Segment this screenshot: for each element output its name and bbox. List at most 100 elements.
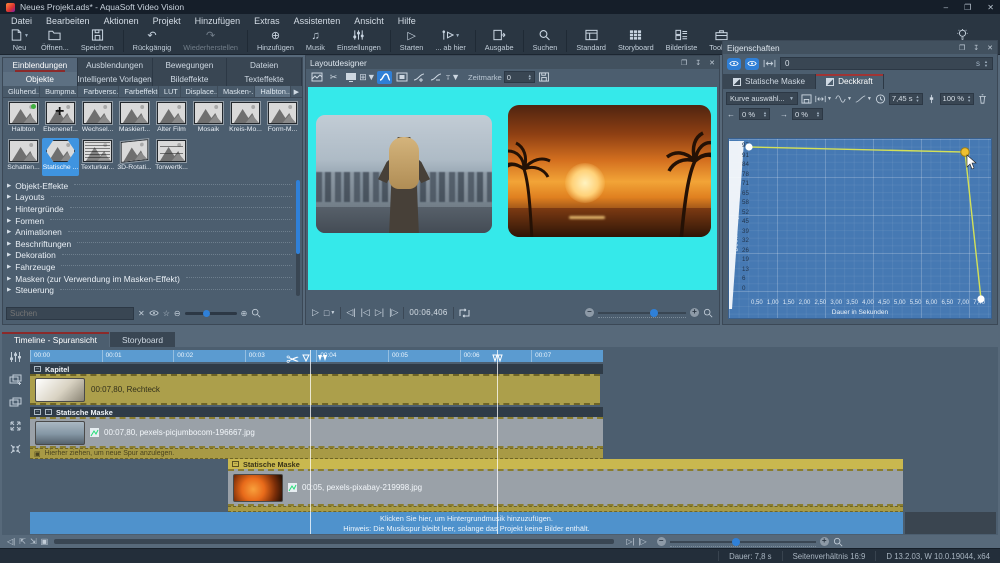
clear-search-icon[interactable]: ✕ bbox=[138, 309, 145, 318]
float-panel-icon[interactable]: ❐ bbox=[681, 59, 687, 67]
pin-panel-icon[interactable]: ↧ bbox=[695, 59, 701, 67]
go-end-icon[interactable]: ▷| bbox=[375, 307, 384, 318]
thumbnail-size-slider[interactable] bbox=[185, 312, 237, 315]
timeline-zoom-in-icon[interactable]: + bbox=[820, 537, 829, 546]
effect-group-row[interactable]: ▶ Dekoration bbox=[7, 250, 294, 262]
motion-path-icon[interactable] bbox=[377, 71, 392, 84]
marker-line[interactable] bbox=[497, 350, 498, 534]
effect-thumbnail[interactable]: Form-M... bbox=[264, 100, 301, 138]
range-marker-icon[interactable] bbox=[302, 350, 310, 368]
preview-zoom-slider[interactable] bbox=[598, 312, 686, 314]
menu-item[interactable]: Extras bbox=[247, 16, 287, 26]
tab-object-group[interactable]: Intelligente Vorlagen bbox=[78, 72, 153, 86]
menu-item[interactable]: Projekt bbox=[146, 16, 188, 26]
effect-thumbnail[interactable]: Statische ... bbox=[42, 138, 79, 176]
sunset-image[interactable] bbox=[508, 105, 711, 237]
mask-track-2-header[interactable]: – Statische Maske bbox=[228, 459, 903, 469]
minimize-icon[interactable]: – bbox=[944, 3, 948, 12]
toolbar-button[interactable] bbox=[390, 30, 391, 52]
play-button[interactable]: ▷ bbox=[312, 307, 319, 318]
mask-clip-2[interactable]: 00:05, pexels-pixabay-219998.jpg bbox=[228, 469, 903, 506]
zeitmarke-spinner[interactable]: 0▲▼ bbox=[504, 71, 535, 83]
toolbar-button[interactable]: Storyboard bbox=[612, 27, 660, 54]
alignment-tool-icon[interactable]: ▼ bbox=[445, 71, 460, 84]
zoom-in-icon[interactable]: + bbox=[690, 308, 699, 317]
background-music-track[interactable]: Klicken Sie hier, um Hintergrundmusik hi… bbox=[30, 512, 903, 534]
close-panel-icon[interactable]: ✕ bbox=[987, 44, 993, 52]
magnifier-icon[interactable] bbox=[703, 308, 713, 318]
effect-thumbnail[interactable]: Kreis-Mo... bbox=[227, 100, 264, 138]
zoom-in-icon[interactable]: ⊕ bbox=[241, 309, 248, 318]
background-icon[interactable] bbox=[309, 71, 324, 84]
grid-icon[interactable]: ⊞▼ bbox=[360, 71, 375, 84]
toolbar-button[interactable]: ⊕ Hinzufügen bbox=[251, 27, 300, 54]
effect-category[interactable]: Farbversc... bbox=[78, 86, 119, 97]
expand-tracks-icon[interactable] bbox=[9, 419, 22, 437]
safe-area-icon[interactable] bbox=[343, 71, 358, 84]
curve-point-selected[interactable] bbox=[961, 148, 969, 156]
effect-thumbnail[interactable]: Maskiert... bbox=[116, 100, 153, 138]
toolbar-button[interactable]: ▼ ... ab hier bbox=[429, 27, 471, 54]
tab-blend-group[interactable]: Ausblendungen bbox=[78, 58, 153, 72]
tab-object-group[interactable]: Objekte bbox=[3, 72, 78, 86]
magnifier-icon[interactable] bbox=[833, 537, 843, 547]
toolbar-button[interactable] bbox=[566, 30, 567, 52]
close-panel-icon[interactable]: ✕ bbox=[709, 59, 715, 67]
trash-icon[interactable] bbox=[977, 94, 988, 104]
stop-button[interactable]: □▼ bbox=[324, 308, 335, 318]
property-tab[interactable]: Deckkraft bbox=[816, 74, 884, 89]
vertical-scrollbar[interactable] bbox=[296, 180, 300, 296]
restore-icon[interactable]: ❐ bbox=[964, 3, 971, 12]
wave-curve-icon[interactable]: ▼ bbox=[835, 94, 852, 104]
step-forward-icon[interactable]: |▷ bbox=[389, 307, 398, 318]
toolbar-button[interactable]: Ausgabe bbox=[479, 27, 520, 54]
save-curve-icon[interactable] bbox=[801, 94, 812, 104]
effect-thumbnail[interactable]: Alter Film bbox=[153, 100, 190, 138]
effect-group-row[interactable]: ▶ Animationen bbox=[7, 226, 294, 238]
fit-tracks-icon[interactable] bbox=[9, 442, 22, 460]
effect-group-row[interactable]: ▶ Objekt-Effekte bbox=[7, 180, 294, 192]
effect-category[interactable]: Farbeffekte bbox=[119, 86, 159, 97]
effect-group-row[interactable]: ▶ Steuerung bbox=[7, 284, 294, 296]
go-start-icon[interactable]: ◁| bbox=[7, 537, 15, 546]
curve-select-dropdown[interactable]: Kurve auswähl...▼ bbox=[726, 92, 798, 105]
curve-point-start[interactable] bbox=[745, 143, 752, 150]
remove-keypoint-icon[interactable] bbox=[428, 71, 443, 84]
toolbar-button[interactable]: Standard bbox=[570, 27, 612, 54]
value-slider-icon[interactable] bbox=[926, 94, 937, 104]
toolbar-button[interactable] bbox=[247, 30, 248, 52]
effect-thumbnail[interactable]: Tonwertk... bbox=[153, 138, 190, 176]
menu-item[interactable]: Hilfe bbox=[391, 16, 423, 26]
collapse-all-icon[interactable]: ⇲ bbox=[30, 537, 37, 546]
crop-icon[interactable]: ✂ bbox=[326, 71, 341, 84]
effect-category[interactable]: Masken-... bbox=[218, 86, 255, 97]
timeline-tab[interactable]: Timeline - Spuransicht bbox=[2, 332, 109, 347]
mask-track-header[interactable]: – ▫ Statische Maske bbox=[30, 407, 603, 417]
effect-thumbnail[interactable]: Texturkar... bbox=[79, 138, 116, 176]
tangent-left-spinner[interactable]: 0 %▲▼ bbox=[739, 108, 770, 120]
level-spinner[interactable]: 100 %▲▼ bbox=[940, 93, 975, 105]
effect-category[interactable]: Halbton... bbox=[255, 86, 290, 97]
menu-item[interactable]: Datei bbox=[4, 16, 39, 26]
tangent-right-spinner[interactable]: 0 %▲▼ bbox=[792, 108, 823, 120]
curve-point-end[interactable] bbox=[977, 295, 984, 302]
float-panel-icon[interactable]: ❐ bbox=[959, 44, 965, 52]
toolbar-button[interactable] bbox=[523, 30, 524, 52]
timeline-zoom-out-icon[interactable]: – bbox=[657, 537, 666, 546]
pin-panel-icon[interactable]: ↧ bbox=[973, 44, 979, 52]
effect-group-row[interactable]: ▶ Masken (zur Verwendung im Masken-Effek… bbox=[7, 273, 294, 285]
effect-group-row[interactable]: ▶ Fahrzeuge bbox=[7, 261, 294, 273]
effect-category[interactable]: Displace... bbox=[181, 86, 218, 97]
loop-icon[interactable] bbox=[459, 308, 470, 318]
search-input[interactable] bbox=[6, 307, 134, 320]
effect-thumbnail[interactable]: Schatten... bbox=[5, 138, 42, 176]
playhead-line[interactable] bbox=[310, 350, 311, 534]
opacity-curve-editor[interactable]: 979184787165585245393226191360 Deckkraft… bbox=[728, 138, 992, 319]
favorites-star-icon[interactable]: ☆ bbox=[163, 309, 170, 318]
show-track-eye-icon[interactable] bbox=[745, 58, 759, 70]
close-icon[interactable]: ✕ bbox=[987, 3, 994, 12]
city-image[interactable] bbox=[316, 115, 492, 233]
preview-eye-icon[interactable] bbox=[149, 308, 159, 318]
tab-object-group[interactable]: Bildeffekte bbox=[153, 72, 228, 86]
expand-all-icon[interactable]: ⇱ bbox=[19, 537, 26, 546]
